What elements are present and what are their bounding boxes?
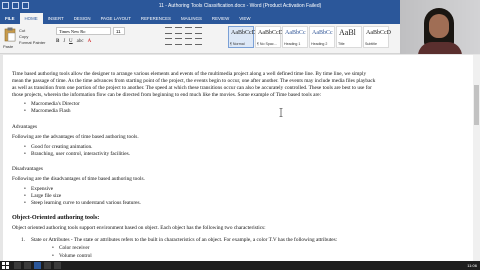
intro-line-1: Time based authoring tools allow the des… xyxy=(12,71,367,77)
advantage-item: Branching, user control, interactivity f… xyxy=(24,151,130,158)
numbered-item-number: 1. xyxy=(21,237,25,243)
advantage-item: Good for creating animation. xyxy=(24,144,93,151)
document-area: Time based authoring tools allow the des… xyxy=(0,55,480,261)
tab-mailings[interactable]: MAILINGS xyxy=(176,13,207,24)
tab-home[interactable]: HOME xyxy=(19,13,43,24)
webcam-overlay xyxy=(400,0,480,54)
styles-gallery: AaBbCcDc ¶ Normal AaBbCcDc ¶ No Spac... … xyxy=(228,26,391,52)
intro-line-2: mean the passage of time. As the time ad… xyxy=(12,78,376,84)
underline-button[interactable]: U xyxy=(69,39,73,44)
ribbon-tabs: FILE HOME INSERT DESIGN PAGE LAYOUT REFE… xyxy=(0,13,400,24)
scrollbar-thumb[interactable] xyxy=(474,85,479,125)
paste-icon[interactable] xyxy=(4,27,16,42)
style-no-spacing[interactable]: AaBbCcDc ¶ No Spac... xyxy=(255,26,286,48)
style-normal[interactable]: AaBbCcDc ¶ Normal xyxy=(228,26,259,48)
sub-item: Color receiver xyxy=(52,245,90,252)
taskbar-word-icon[interactable] xyxy=(34,262,41,269)
taskbar: 11:06 xyxy=(0,261,480,270)
document-page[interactable]: Time based authoring tools allow the des… xyxy=(3,55,473,261)
disadvantage-item: Steep learning curve to understand vario… xyxy=(24,200,141,207)
example-item: Macromedia's Director xyxy=(24,101,80,108)
clipboard-group: Paste Cut Copy Format Painter xyxy=(3,26,53,52)
taskbar-clock: 11:06 xyxy=(467,263,477,268)
justify-icon[interactable] xyxy=(195,38,202,45)
italic-button[interactable]: I xyxy=(63,39,65,44)
style-heading-1[interactable]: AaBbCc Heading 1 xyxy=(282,26,308,48)
windows-start-icon[interactable] xyxy=(2,262,9,269)
numbering-icon[interactable] xyxy=(175,27,182,34)
style-subtitle[interactable]: AaBbCcD Subtitle xyxy=(363,26,391,48)
vertical-scrollbar[interactable] xyxy=(473,55,480,261)
tab-design[interactable]: DESIGN xyxy=(69,13,96,24)
tab-file[interactable]: FILE xyxy=(0,13,20,24)
format-buttons: B I U abc A xyxy=(56,39,91,44)
strikethrough-button[interactable]: abc xyxy=(77,39,84,44)
intro-line-4: those projects, wherein the information … xyxy=(12,92,322,98)
bold-button[interactable]: B xyxy=(56,39,59,44)
numbered-item-text: State or Attributes - The state or attri… xyxy=(31,237,338,243)
presenter-face xyxy=(429,14,449,38)
taskbar-app-icon[interactable] xyxy=(14,262,21,269)
font-size-select[interactable]: 11 xyxy=(113,27,125,35)
sub-item: Volume control xyxy=(52,253,92,260)
copy-button[interactable]: Copy xyxy=(19,34,28,39)
taskbar-app-icon[interactable] xyxy=(44,262,51,269)
disadvantage-item: Large file size xyxy=(24,193,61,200)
tab-view[interactable]: VIEW xyxy=(234,13,255,24)
font-color-button[interactable]: A xyxy=(88,39,92,44)
advantages-intro: Following are the advantages of time bas… xyxy=(12,134,139,140)
style-heading-2[interactable]: AaBbCc Heading 2 xyxy=(309,26,335,48)
intro-line-3: as well as transition from one portion o… xyxy=(12,85,372,91)
word-app-icon[interactable] xyxy=(2,2,9,9)
align-right-icon[interactable] xyxy=(185,38,192,45)
align-left-icon[interactable] xyxy=(165,38,172,45)
taskbar-app-icon[interactable] xyxy=(54,262,61,269)
example-item: Macromedia Flash xyxy=(24,108,71,115)
format-painter-button[interactable]: Format Painter xyxy=(19,40,45,45)
text-cursor-icon xyxy=(279,108,283,117)
home-ribbon: Paste Cut Copy Format Painter Times New … xyxy=(0,24,400,54)
paragraph-group xyxy=(165,27,225,51)
quick-access-toolbar xyxy=(2,2,29,11)
align-center-icon[interactable] xyxy=(175,38,182,45)
font-group: Times New Ro 11 B I U abc A xyxy=(56,27,156,51)
multilevel-list-icon[interactable] xyxy=(185,27,192,34)
disadvantages-intro: Following are the disadvantages of time … xyxy=(12,176,145,182)
cut-button[interactable]: Cut xyxy=(19,28,25,33)
presenter-clothing xyxy=(418,42,462,54)
save-icon[interactable] xyxy=(12,2,19,9)
disadvantages-title: Disadvantages xyxy=(12,166,43,172)
taskbar-app-icon[interactable] xyxy=(24,262,31,269)
window-title: 11 - Authoring Tools Classification.docx… xyxy=(158,3,322,9)
taskbar-apps xyxy=(14,262,61,269)
paste-button[interactable]: Paste xyxy=(3,44,13,49)
oo-intro: Object oriented authoring tools support … xyxy=(12,225,266,231)
tab-review[interactable]: REVIEW xyxy=(207,13,234,24)
tab-references[interactable]: REFERENCES xyxy=(136,13,176,24)
tab-page-layout[interactable]: PAGE LAYOUT xyxy=(96,13,136,24)
disadvantage-item: Expensive xyxy=(24,186,53,193)
oo-heading: Object-Oriented authoring tools: xyxy=(12,214,100,221)
style-title[interactable]: AaBl Title xyxy=(336,26,362,48)
undo-icon[interactable] xyxy=(22,2,29,9)
font-name-select[interactable]: Times New Ro xyxy=(56,27,111,35)
bullets-icon[interactable] xyxy=(165,27,172,34)
tab-insert[interactable]: INSERT xyxy=(43,13,69,24)
indent-icon[interactable] xyxy=(195,27,202,34)
advantages-title: Advantages xyxy=(12,124,38,130)
